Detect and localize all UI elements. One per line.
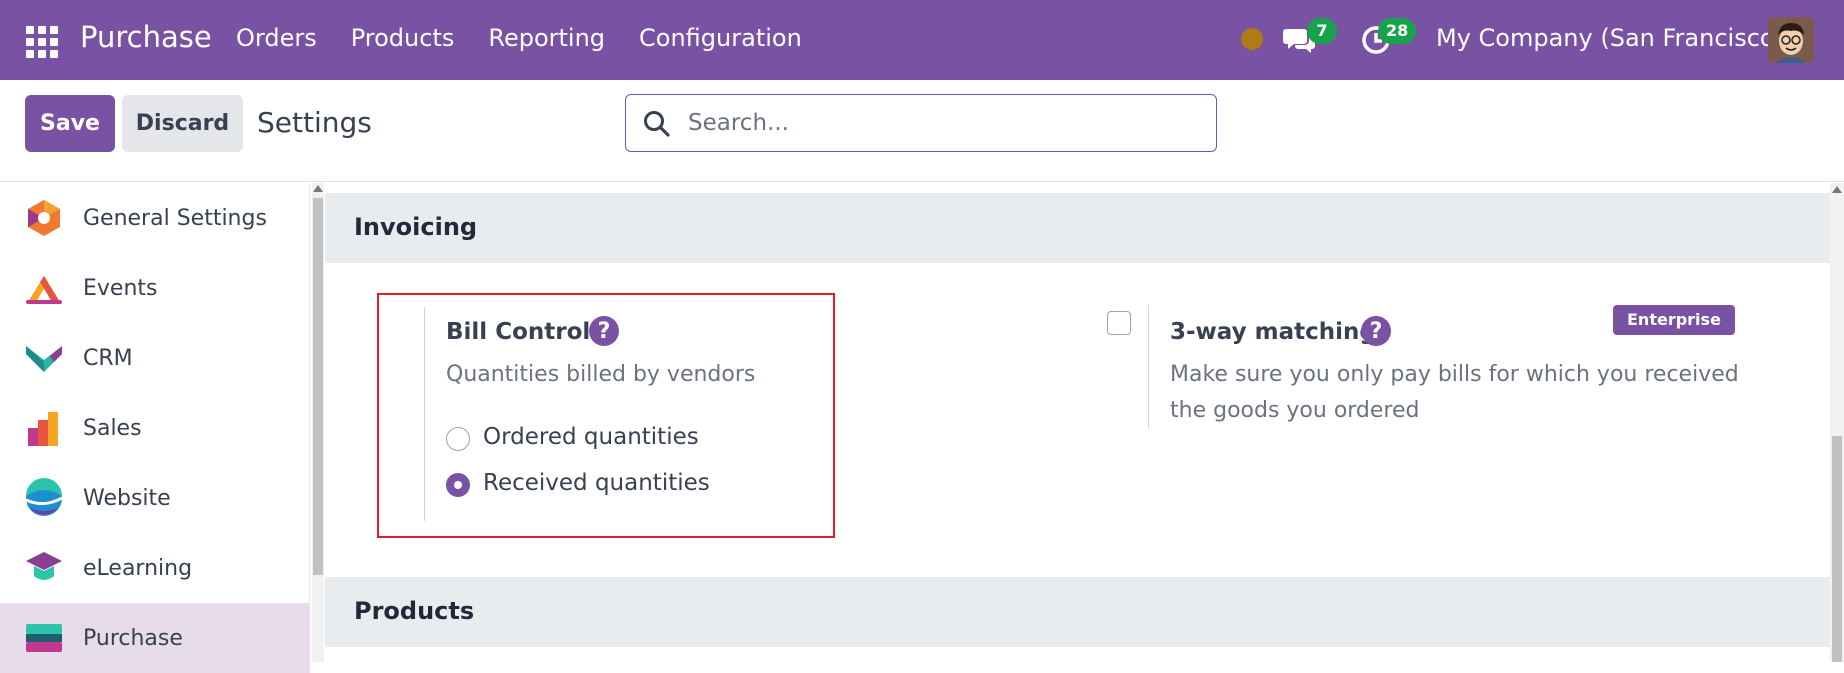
bill-control-description: Quantities billed by vendors: [446, 362, 756, 387]
events-icon: [26, 276, 62, 304]
app-brand[interactable]: Purchase: [80, 20, 212, 54]
menu-configuration[interactable]: Configuration: [639, 24, 802, 52]
settings-sidebar: General Settings Events CRM Sales Websit…: [0, 183, 310, 673]
help-icon[interactable]: ?: [589, 316, 619, 346]
bill-control-title: Bill Control: [446, 319, 591, 345]
sidebar-label: Website: [83, 485, 171, 511]
search-input[interactable]: [688, 105, 1188, 141]
three-way-matching-title: 3-way matching: [1170, 319, 1376, 345]
settings-content: Invoicing Bill Control ? Quantities bill…: [325, 183, 1830, 662]
sidebar-item-sales[interactable]: Sales: [0, 393, 310, 463]
setting-divider: [1148, 305, 1149, 429]
products-section-header: Products: [325, 577, 1830, 647]
menu-products[interactable]: Products: [351, 24, 455, 52]
crm-icon: [26, 346, 62, 372]
sidebar-item-crm[interactable]: CRM: [0, 323, 310, 393]
sidebar-label: Purchase: [83, 625, 183, 651]
section-title: Invoicing: [354, 213, 478, 241]
sidebar-scroll-up-icon[interactable]: [313, 185, 323, 192]
three-way-matching-checkbox[interactable]: [1107, 311, 1131, 335]
presence-status-icon[interactable]: [1241, 28, 1263, 50]
sidebar-item-elearning[interactable]: eLearning: [0, 533, 310, 603]
menu-reporting[interactable]: Reporting: [488, 24, 605, 52]
sidebar-item-general-settings[interactable]: General Settings: [0, 183, 310, 253]
purchase-icon: [26, 624, 62, 652]
ordered-quantities-radio[interactable]: [446, 427, 470, 451]
general-settings-icon: [28, 200, 60, 236]
section-title: Products: [354, 597, 475, 625]
sales-icon: [28, 412, 58, 446]
main-scrollbar-thumb[interactable]: [1832, 436, 1842, 662]
sidebar-item-website[interactable]: Website: [0, 463, 310, 533]
ordered-quantities-label[interactable]: Ordered quantities: [483, 424, 699, 450]
sidebar-scrollbar-thumb[interactable]: [313, 198, 323, 575]
setting-divider: [424, 307, 425, 521]
received-quantities-label[interactable]: Received quantities: [483, 470, 710, 496]
website-icon: [25, 478, 63, 516]
three-way-matching-description: Make sure you only pay bills for which y…: [1170, 362, 1739, 423]
help-icon[interactable]: ?: [1361, 316, 1391, 346]
discard-button[interactable]: Discard: [122, 95, 243, 152]
app-menu-icon[interactable]: [26, 26, 58, 58]
company-switcher[interactable]: My Company (San Francisco): [1436, 24, 1784, 52]
page-title: Settings: [257, 106, 372, 139]
save-button[interactable]: Save: [25, 95, 115, 152]
enterprise-badge: Enterprise: [1613, 305, 1735, 335]
sidebar-item-purchase[interactable]: Purchase: [0, 603, 310, 673]
sidebar-label: CRM: [83, 345, 133, 371]
main-scroll-up-icon[interactable]: [1832, 186, 1842, 193]
sidebar-item-events[interactable]: Events: [0, 253, 310, 323]
search-icon: [644, 111, 670, 137]
sidebar-label: Events: [83, 275, 158, 301]
activities-count-badge: 28: [1378, 18, 1417, 44]
sidebar-label: eLearning: [83, 555, 193, 581]
elearning-icon: [26, 552, 62, 580]
invoicing-section-header: Invoicing: [325, 193, 1830, 263]
menu-orders[interactable]: Orders: [236, 24, 317, 52]
sidebar-label: Sales: [83, 415, 142, 441]
messages-count-badge: 7: [1307, 18, 1337, 44]
user-avatar[interactable]: [1768, 17, 1814, 63]
main-menu: Orders Products Reporting Configuration: [236, 24, 836, 52]
search-box[interactable]: [625, 94, 1217, 152]
top-navbar: Purchase Orders Products Reporting Confi…: [0, 0, 1844, 80]
received-quantities-radio[interactable]: [446, 473, 470, 497]
sidebar-label: General Settings: [83, 205, 267, 231]
control-panel: Save Discard Settings: [0, 80, 1844, 182]
